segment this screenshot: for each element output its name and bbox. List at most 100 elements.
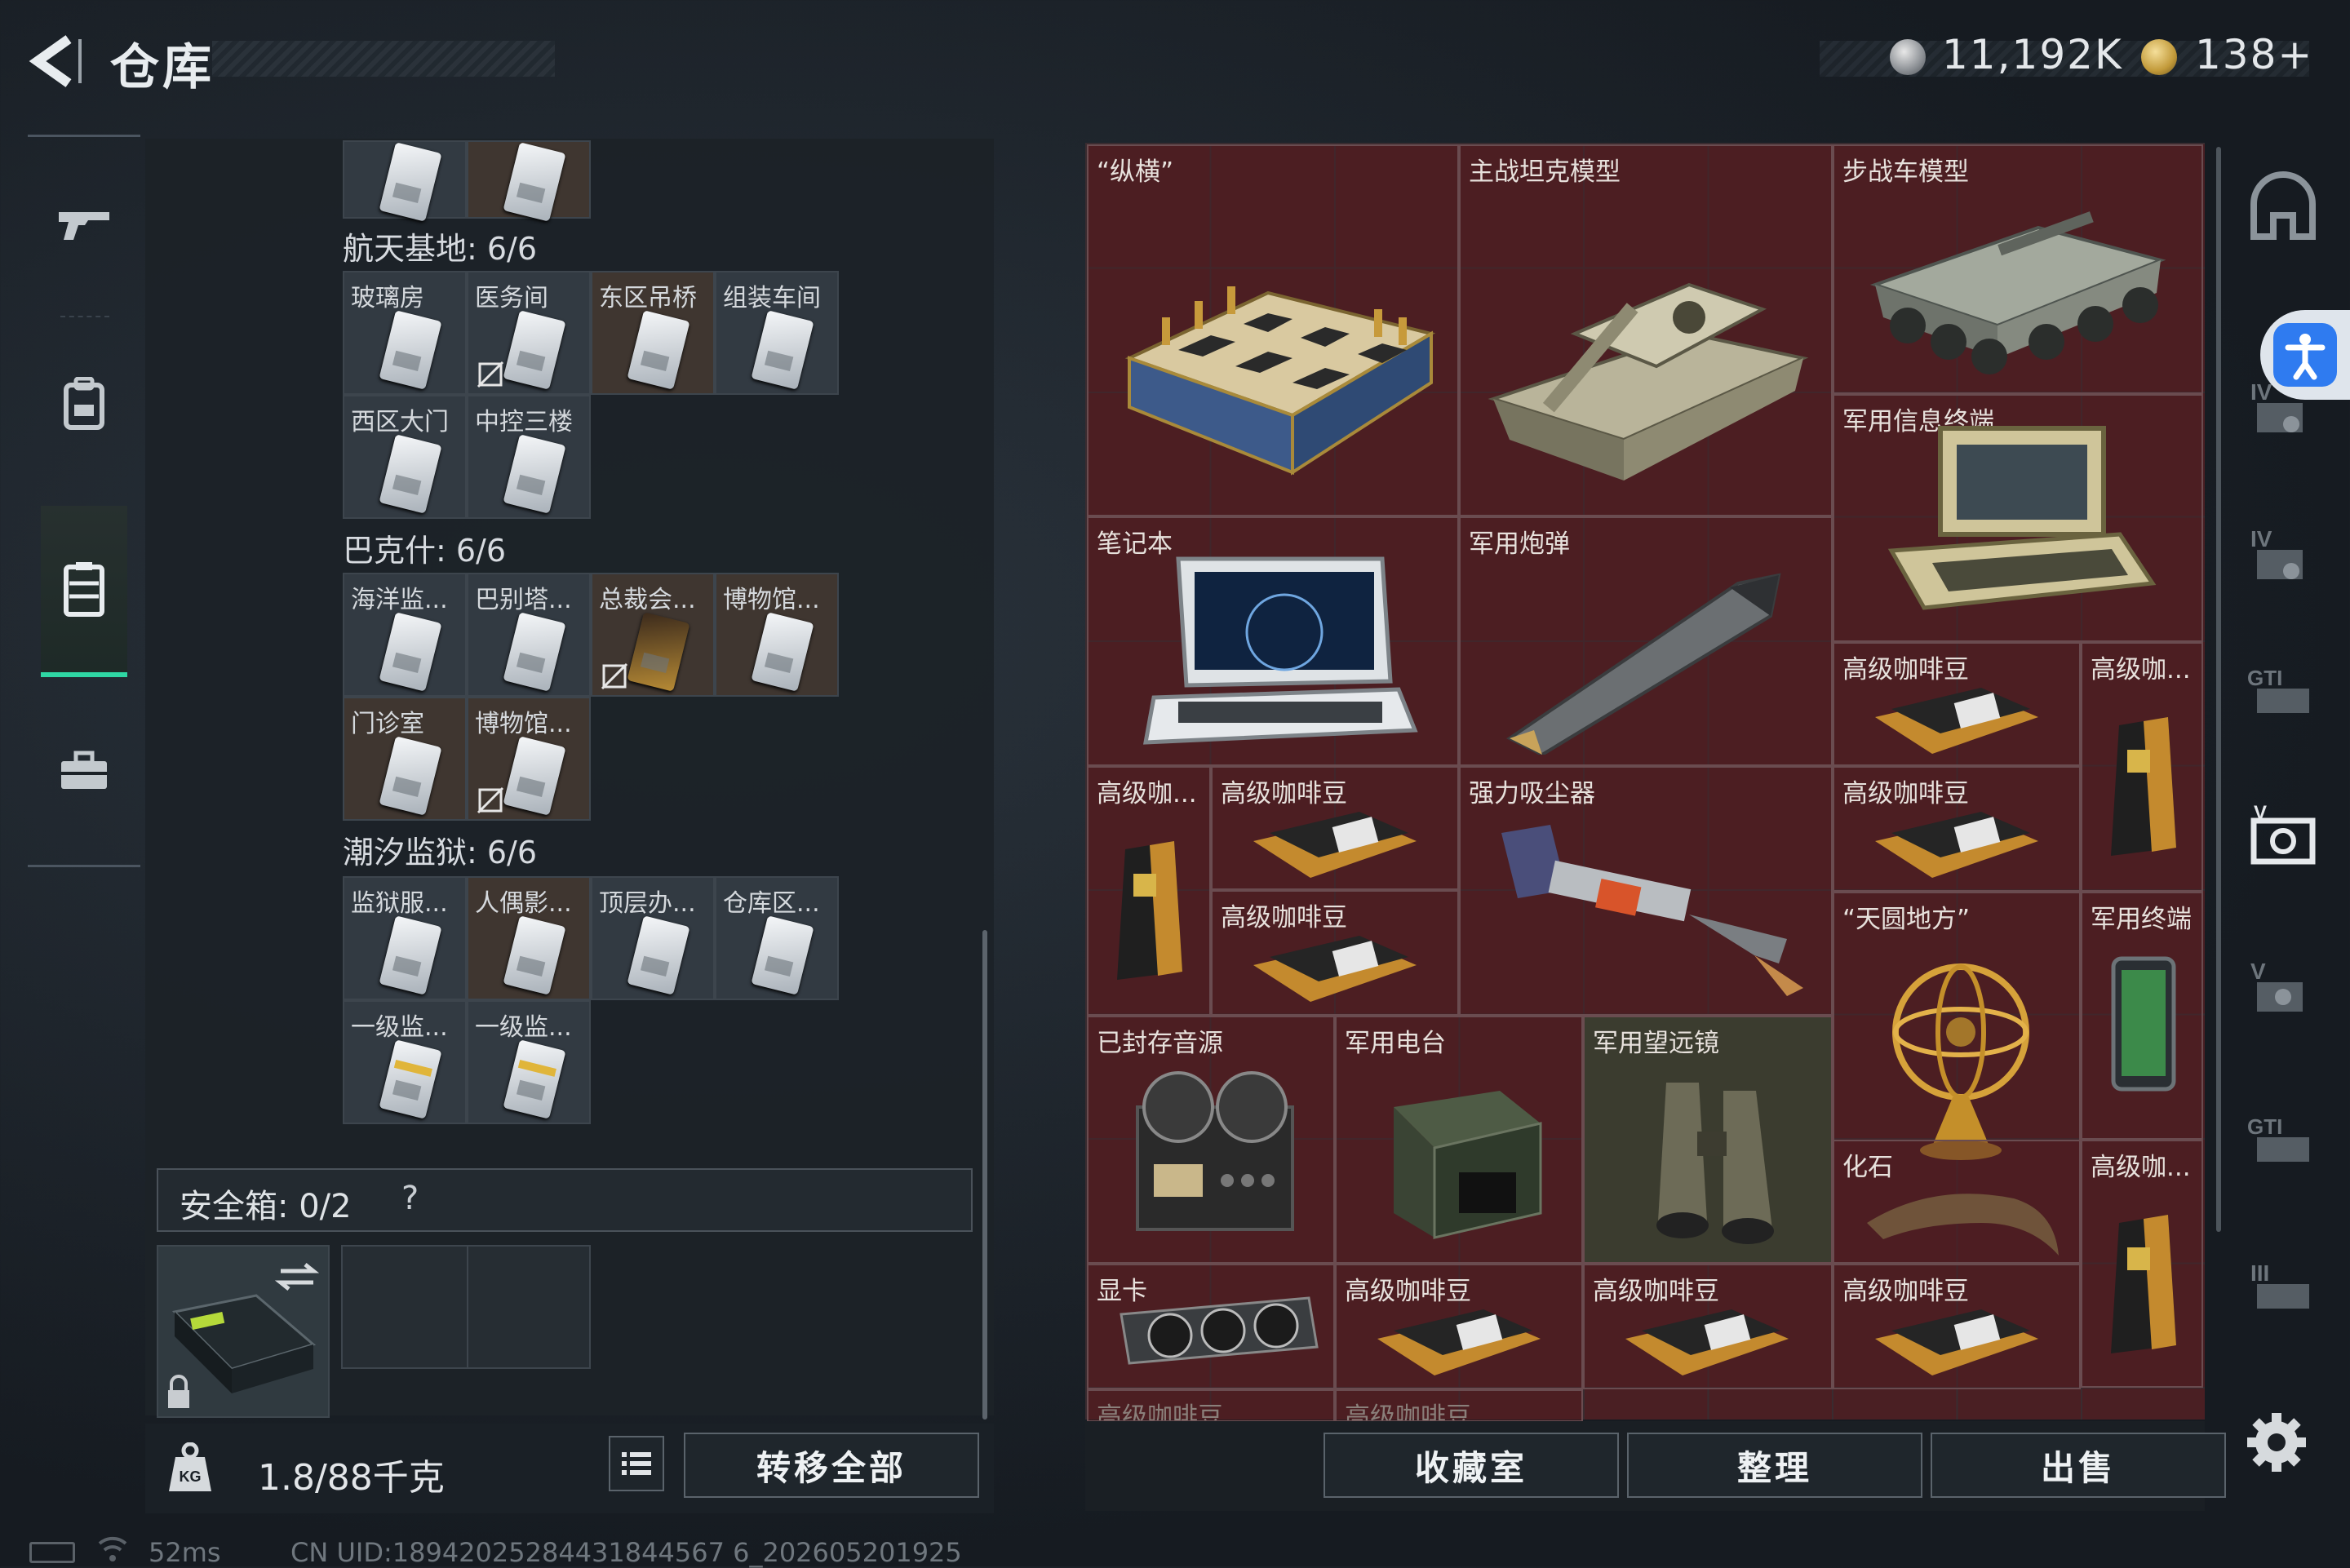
keycard-icon [379,310,442,390]
slot-label: 玻璃房 [351,284,424,312]
item-rugged-terminal[interactable]: 军用信息终端 [1833,394,2203,642]
organize-button[interactable]: 整理 [1627,1433,1922,1498]
item-binoculars[interactable]: 军用望远镜 [1583,1016,1833,1264]
item-coffee-bag[interactable]: 高级咖... [1087,766,1211,1016]
back-button[interactable] [23,33,88,90]
key-slot[interactable]: 海洋监... [343,573,467,697]
key-slot[interactable]: 中控三楼 [467,395,591,519]
item-coffee-beans[interactable]: 高级咖啡豆 [1583,1264,1833,1389]
nav-vest[interactable] [41,506,127,677]
slot-label: 组装车间 [723,284,821,312]
item-coffee-beans[interactable]: 高级咖啡豆 [1335,1264,1583,1389]
accessibility-icon [2285,334,2326,380]
item-coffee-beans[interactable]: 高级咖啡豆 [1335,1389,1583,1422]
keycard-icon [503,612,566,692]
keycard-icon [751,612,814,692]
group-label-baksh: 巴克什: 6/6 [343,533,507,569]
key-slot[interactable]: 巴别塔... [467,573,591,697]
nav-weapon[interactable] [41,151,127,298]
key-slot[interactable]: 总裁会... [591,573,715,697]
key-slot[interactable]: 一级监... [467,1000,591,1124]
item-label: 军用终端 [2091,905,2192,934]
stash-scrollbar[interactable] [982,930,987,1420]
transfer-all-button[interactable]: 转移全部 [684,1433,979,1498]
item-coffee-bag[interactable]: 高级咖... [2081,642,2203,892]
svg-text:III: III [2250,1260,2269,1286]
item-gpu[interactable]: 显卡 [1087,1264,1335,1389]
item-coffee-bag[interactable]: 高级咖... [2081,1140,2203,1388]
key-slot[interactable]: 玻璃房 [343,271,467,395]
key-slot[interactable]: 仓库区... [715,876,839,1000]
item-vacuum[interactable]: 强力吸尘器 [1459,766,1833,1016]
key-slot[interactable]: 博物馆... [715,573,839,697]
grid-scrollbar[interactable] [2216,147,2221,1232]
gold-currency-amount[interactable]: 138+ [2195,31,2313,78]
slot-label: 博物馆... [723,586,820,614]
key-slot[interactable]: 博物馆... [467,697,591,821]
level-iii-icon[interactable]: III [2242,1248,2324,1330]
item-coffee-beans[interactable]: 高级咖啡豆 [1087,1389,1335,1422]
item-coffee-beans[interactable]: 高级咖啡豆 [1211,890,1459,1016]
level-v-icon[interactable]: V [2242,946,2324,1028]
collection-room-button[interactable]: 收藏室 [1324,1433,1619,1498]
settings-gear-icon[interactable] [2242,1408,2311,1477]
item-coffee-beans[interactable]: 高级咖啡豆 [1833,1264,2081,1389]
keycard-icon [503,434,566,514]
item-label: “天圆地方” [1842,905,1971,934]
tank-model-icon [1488,282,1809,481]
item-label: 高级咖啡豆 [1097,1402,1223,1422]
laptop-icon [1142,556,1418,745]
level-v-icon[interactable]: V [2242,800,2324,881]
nav-toolbox[interactable] [41,698,127,844]
slot-label: 门诊室 [351,710,424,738]
list-view-button[interactable] [609,1436,664,1491]
gti-icon[interactable]: GTI [2242,1101,2324,1183]
key-slot[interactable]: 一级监... [343,1000,467,1124]
key-slot[interactable] [343,140,467,222]
slot-label: 巴别塔... [475,586,572,614]
key-slot[interactable]: 顶层办... [591,876,715,1000]
item-artillery-shell[interactable]: 军用炮弹 [1459,516,1833,766]
item-laptop[interactable]: 笔记本 [1087,516,1459,766]
coffee-beans-icon [1377,1309,1541,1375]
sell-button[interactable]: 出售 [1931,1433,2226,1498]
key-slot[interactable]: 西区大门 [343,395,467,519]
nav-backpack[interactable] [41,330,127,477]
key-slot[interactable]: 门诊室 [343,697,467,821]
shelter-icon[interactable] [2242,171,2324,253]
key-slot[interactable]: 监狱服... [343,876,467,1000]
item-chess-set[interactable]: “纵横” [1087,144,1459,516]
gti-icon[interactable]: GTI [2242,653,2324,734]
help-icon[interactable]: ? [401,1180,419,1217]
coffee-bag-icon [1117,841,1182,980]
rugged-terminal-icon [1887,426,2157,610]
safe-case-slot[interactable] [157,1245,330,1418]
slot-label: 东区吊桥 [599,284,697,312]
accessibility-icon-bg [2273,323,2337,387]
keycard-icon [503,915,566,995]
item-reel-recorder[interactable]: 已封存音源 [1087,1016,1335,1264]
item-coffee-beans[interactable]: 高级咖啡豆 [1833,642,2081,766]
key-slot[interactable] [467,140,591,222]
level-iv-icon[interactable]: IV [2242,514,2324,596]
slot-label: 顶层办... [599,889,696,918]
keycard-icon [627,612,690,692]
wifi-icon [98,1536,127,1561]
item-tablet[interactable]: 军用终端 [2081,892,2203,1140]
item-radio[interactable]: 军用电台 [1335,1016,1583,1264]
item-ifv-model[interactable]: 步战车模型 [1833,144,2203,394]
binoculars-icon [1656,1083,1774,1244]
slot-label: 海洋监... [351,586,448,614]
key-slot[interactable]: 东区吊桥 [591,271,715,395]
item-coffee-beans[interactable]: 高级咖啡豆 [1211,766,1459,890]
safe-box-empty-slots[interactable] [341,1245,591,1369]
item-tank-model[interactable]: 主战坦克模型 [1459,144,1833,516]
item-coffee-beans[interactable]: 高级咖啡豆 [1833,766,2081,892]
key-slot[interactable]: 医务间 [467,271,591,395]
key-slot[interactable]: 人偶影... [467,876,591,1000]
title-decoration [212,41,555,77]
keycard-icon [379,434,442,514]
item-fossil[interactable]: 化石 [1833,1140,2081,1264]
secure-case-icon [168,1263,320,1408]
key-slot[interactable]: 组装车间 [715,271,839,395]
